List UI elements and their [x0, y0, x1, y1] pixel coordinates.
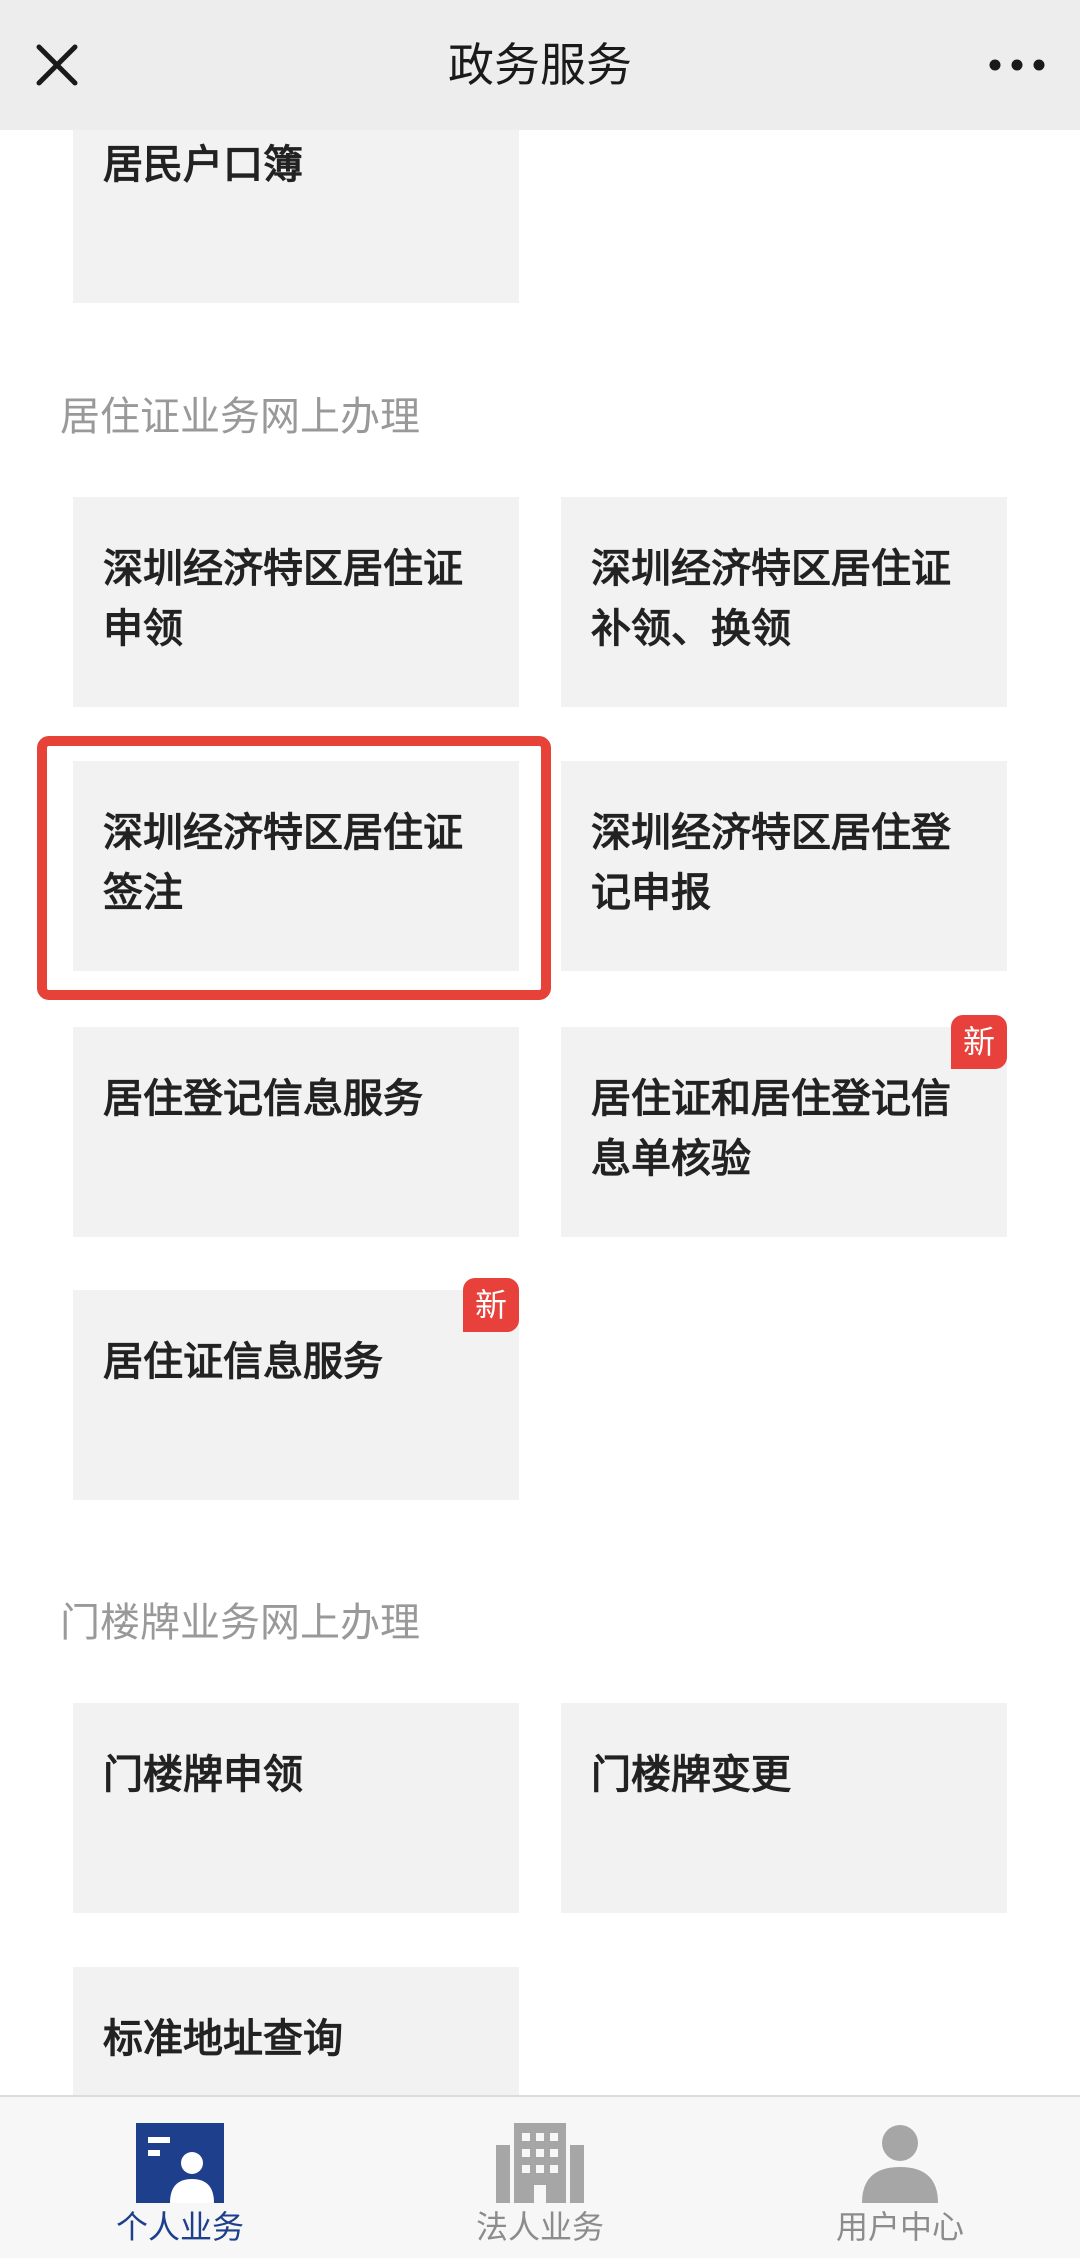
service-card-label: 居住登记信息服务 — [103, 1076, 423, 1122]
service-card-verification[interactable]: 居住证和居住登记信 息单核验 新 — [561, 1015, 1007, 1237]
service-card-door-plate-apply[interactable]: 门楼牌申领 — [73, 1703, 519, 1913]
service-card-label: 深圳经济特区居住证 补领、换领 — [591, 546, 951, 652]
tab-label: 法人业务 — [475, 2208, 604, 2246]
page-title: 政务服务 — [448, 38, 632, 92]
more-icon[interactable] — [982, 30, 1052, 100]
service-card-label: 门楼牌申领 — [103, 1752, 303, 1798]
section-title-residence-permit: 居住证业务网上办理 — [60, 394, 420, 440]
service-card-label: 深圳经济特区居住证 申领 — [103, 546, 463, 652]
highlight-frame — [37, 736, 551, 1000]
tab-label: 用户中心 — [835, 2208, 964, 2246]
service-card-permit-apply[interactable]: 深圳经济特区居住证 申领 — [73, 497, 519, 707]
service-card-label: 标准地址查询 — [103, 2016, 343, 2062]
tab-corporate-business[interactable]: 法人业务 — [360, 2097, 720, 2260]
service-card-label: 居住证信息服务 — [103, 1339, 383, 1385]
service-card-registration-info[interactable]: 居住登记信息服务 — [73, 1027, 519, 1237]
service-card-door-plate-change[interactable]: 门楼牌变更 — [561, 1703, 1007, 1913]
service-card-label: 深圳经济特区居住登 记申报 — [591, 810, 951, 916]
service-card-label: 居民户口簿 — [103, 142, 303, 188]
tab-label: 个人业务 — [115, 2208, 244, 2246]
section-title-door-plate: 门楼牌业务网上办理 — [60, 1600, 420, 1646]
service-list[interactable]: 居民户口簿 居住证业务网上办理 深圳经济特区居住证 申领 深圳经济特区居住证 补… — [0, 130, 1080, 2095]
new-badge: 新 — [951, 1015, 1007, 1069]
service-card-residence-register[interactable]: 深圳经济特区居住登 记申报 — [561, 761, 1007, 971]
service-card-permit-info[interactable]: 居住证信息服务 新 — [73, 1278, 519, 1500]
tab-user-center[interactable]: 用户中心 — [720, 2097, 1080, 2260]
building-icon — [496, 2123, 584, 2203]
service-card-hukou-booklet[interactable]: 居民户口簿 — [73, 130, 519, 303]
tab-personal-business[interactable]: 个人业务 — [0, 2097, 360, 2260]
service-card-address-query[interactable]: 标准地址查询 — [73, 1967, 519, 2095]
new-badge: 新 — [463, 1278, 519, 1332]
service-card-label: 门楼牌变更 — [591, 1752, 791, 1798]
bottom-tab-bar: 个人业务 法人业务 用户中心 — [0, 2095, 1080, 2258]
user-icon — [856, 2123, 944, 2203]
nav-bar: 政务服务 — [0, 0, 1080, 130]
service-card-permit-reissue[interactable]: 深圳经济特区居住证 补领、换领 — [561, 497, 1007, 707]
person-card-icon — [136, 2123, 224, 2203]
service-card-label: 居住证和居住登记信 息单核验 — [591, 1076, 951, 1182]
